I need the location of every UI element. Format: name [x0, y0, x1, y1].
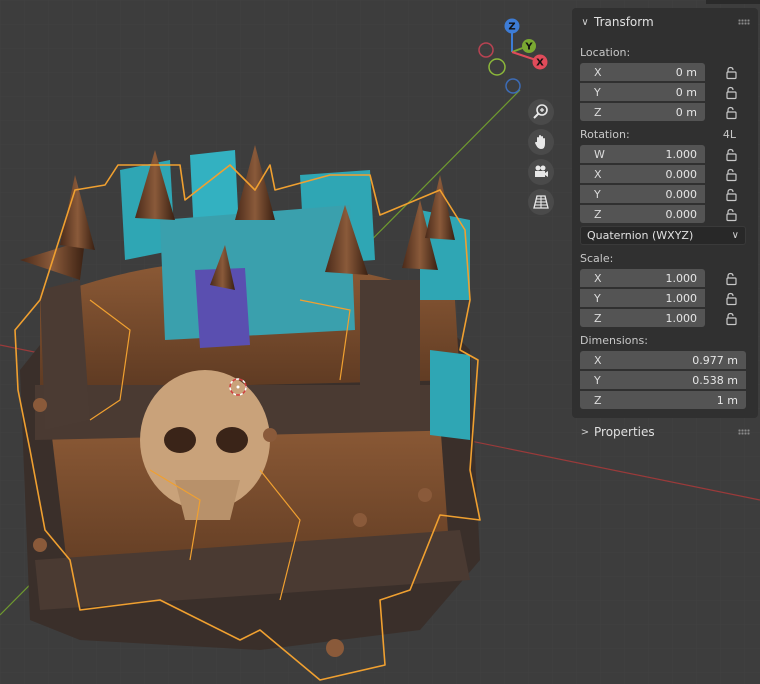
rotation-mode-dropdown[interactable]: Quaternion (WXYZ) ∨	[580, 226, 746, 245]
zoom-icon	[533, 104, 548, 119]
axis-label: Y	[594, 291, 601, 305]
axis-label: X	[594, 167, 602, 181]
x-axis-label: X	[536, 58, 544, 69]
z-axis-label: Z	[508, 22, 515, 33]
field-value: 0.000	[665, 167, 698, 181]
lock-location-z-icon[interactable]	[724, 105, 738, 120]
axis-label: W	[594, 147, 605, 161]
dimensions-label: Dimensions:	[580, 334, 648, 347]
transform-panel-header[interactable]: ∨ Transform	[572, 10, 758, 34]
field-value: 1.000	[665, 291, 698, 305]
rotation-z-field[interactable]: Z 0.000	[580, 205, 705, 223]
camera-icon	[535, 165, 548, 177]
axis-label: Z	[594, 207, 602, 221]
y-axis-label: Y	[524, 42, 533, 53]
navigation-gizmo[interactable]: Z Y X	[474, 16, 554, 98]
neg-y-axis-icon[interactable]	[488, 58, 506, 76]
lock-rotation-y-icon[interactable]	[724, 187, 738, 202]
lock-rotation-w-icon[interactable]	[724, 147, 738, 162]
properties-title: Properties	[594, 425, 655, 439]
scale-z-field[interactable]: Z 1.000	[580, 309, 705, 327]
lock-scale-z-icon[interactable]	[724, 311, 738, 326]
drag-handle-icon[interactable]	[738, 19, 750, 25]
dimensions-y-field[interactable]: Y 0.538 m	[580, 371, 746, 389]
axis-label: Z	[594, 105, 602, 119]
drag-handle-icon[interactable]	[738, 429, 750, 435]
dimensions-z-field[interactable]: Z 1 m	[580, 391, 746, 409]
field-value: 0 m	[675, 85, 697, 99]
chevron-down-icon: ∨	[581, 16, 589, 28]
rotation-w-field[interactable]: W 1.000	[580, 145, 705, 163]
chevron-right-icon: >	[580, 426, 590, 438]
rotation-mode-value: Quaternion (WXYZ)	[587, 229, 694, 242]
ortho-toggle-button[interactable]	[528, 189, 554, 215]
properties-panel-header[interactable]: > Properties	[572, 420, 758, 444]
neg-x-axis-icon[interactable]	[478, 42, 494, 58]
axis-label: Z	[594, 393, 602, 407]
field-value: 0 m	[675, 65, 697, 79]
location-label: Location:	[580, 46, 631, 59]
field-value: 1.000	[665, 147, 698, 161]
chevron-down-icon: ∨	[731, 230, 739, 241]
field-value: 0 m	[675, 105, 697, 119]
lock-rotation-z-icon[interactable]	[724, 207, 738, 222]
rotation-y-field[interactable]: Y 0.000	[580, 185, 705, 203]
lock-location-x-icon[interactable]	[724, 65, 738, 80]
sidebar-panel: ∨ Transform Location: X 0 m Y 0 m Z 0 m Rot…	[572, 8, 758, 439]
axis-label: X	[594, 353, 602, 367]
transform-title: Transform	[594, 15, 654, 29]
rotation-mode-short: 4L	[722, 128, 736, 141]
field-value: 0.538 m	[692, 373, 738, 387]
axis-label: Z	[594, 311, 602, 325]
field-value: 1.000	[665, 311, 698, 325]
hand-icon	[535, 135, 545, 149]
field-value: 1.000	[665, 271, 698, 285]
field-value: 0.000	[665, 187, 698, 201]
scale-x-field[interactable]: X 1.000	[580, 269, 705, 287]
scale-y-field[interactable]: Y 1.000	[580, 289, 705, 307]
header-edge	[706, 0, 760, 4]
lock-scale-x-icon[interactable]	[724, 271, 738, 286]
field-value: 0.977 m	[692, 353, 738, 367]
zoom-button[interactable]	[528, 99, 554, 125]
rotation-label: Rotation:	[580, 128, 630, 141]
axis-label: Y	[594, 187, 601, 201]
field-value: 0.000	[665, 207, 698, 221]
field-value: 1 m	[716, 393, 738, 407]
lock-location-y-icon[interactable]	[724, 85, 738, 100]
lock-scale-y-icon[interactable]	[724, 291, 738, 306]
camera-view-button[interactable]	[528, 159, 554, 185]
location-z-field[interactable]: Z 0 m	[580, 103, 705, 121]
axis-label: X	[594, 271, 602, 285]
axis-label: Y	[594, 373, 601, 387]
pan-button[interactable]	[528, 129, 554, 155]
location-x-field[interactable]: X 0 m	[580, 63, 705, 81]
rotation-x-field[interactable]: X 0.000	[580, 165, 705, 183]
location-y-field[interactable]: Y 0 m	[580, 83, 705, 101]
dimensions-x-field[interactable]: X 0.977 m	[580, 351, 746, 369]
lock-rotation-x-icon[interactable]	[724, 167, 738, 182]
grid-icon	[533, 195, 549, 209]
axis-label: Y	[594, 85, 601, 99]
neg-z-axis-icon[interactable]	[505, 78, 521, 94]
axis-label: X	[594, 65, 602, 79]
scale-label: Scale:	[580, 252, 614, 265]
